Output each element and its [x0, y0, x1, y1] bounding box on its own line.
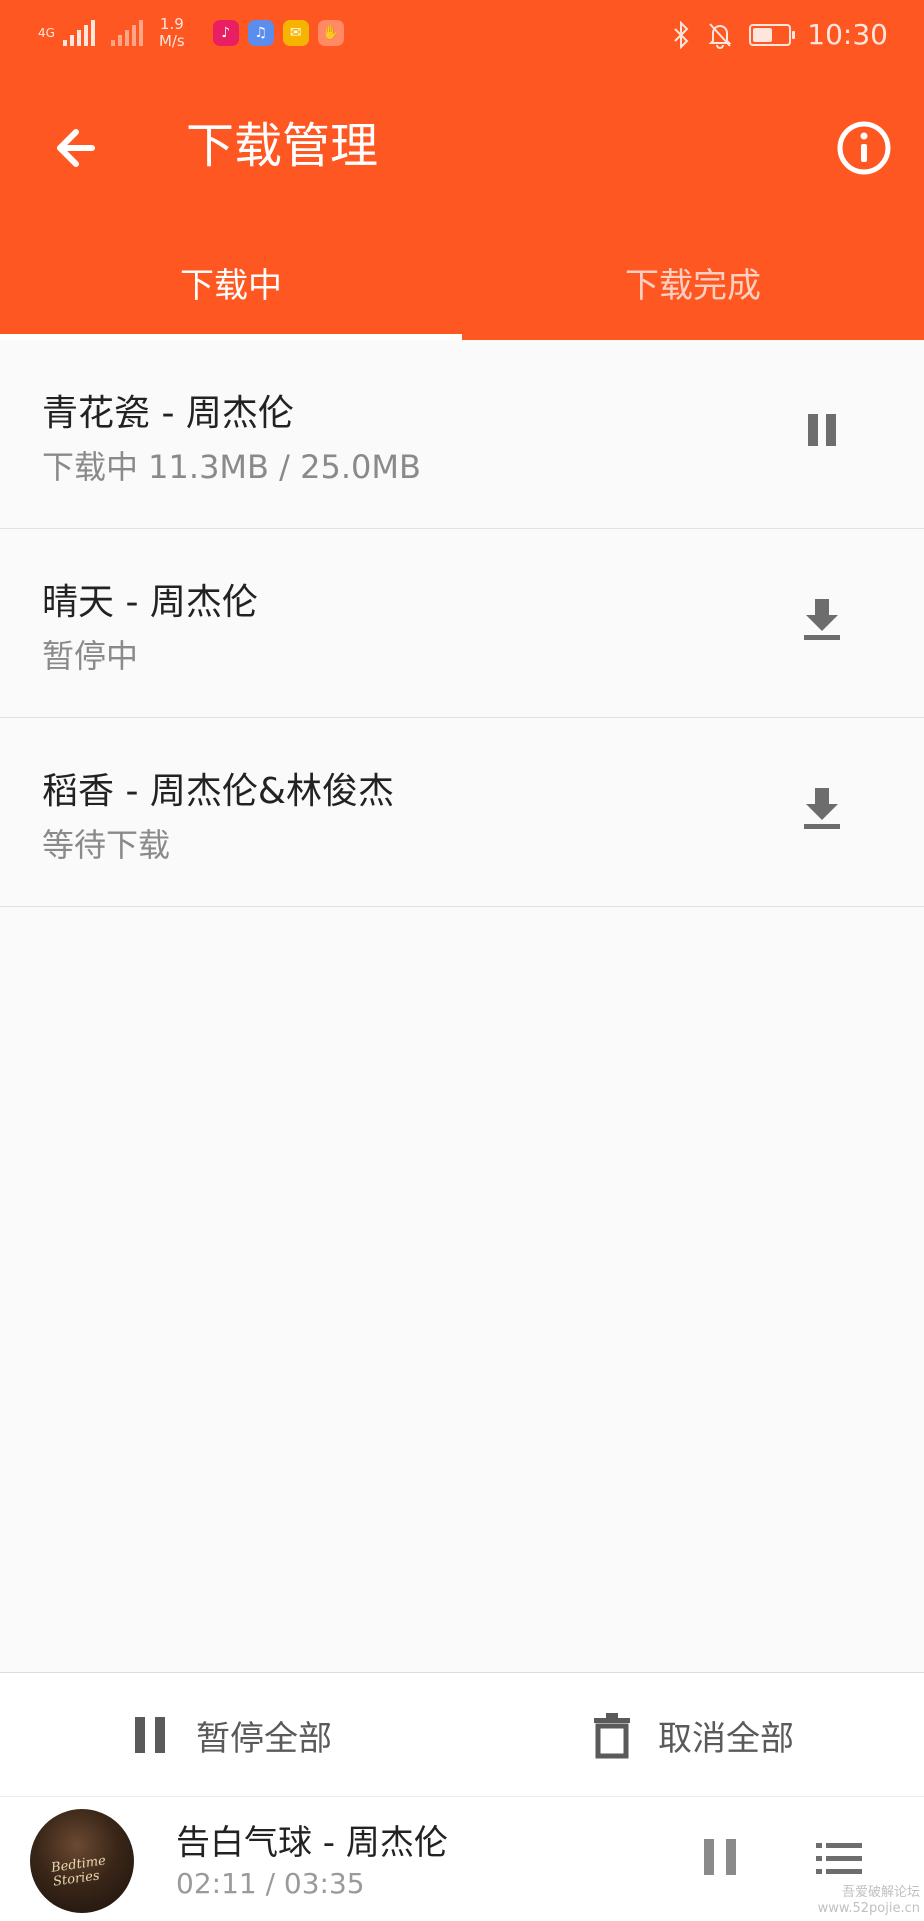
download-title: 稻香 - 周杰伦&林俊杰 [42, 771, 394, 812]
download-icon[interactable] [796, 782, 848, 834]
battery-level [753, 27, 773, 42]
list-item[interactable]: 稻香 - 周杰伦&林俊杰 等待下载 [0, 718, 924, 907]
notifications-off-icon [708, 22, 732, 49]
download-icon[interactable] [796, 593, 848, 645]
download-title: 青花瓷 - 周杰伦 [42, 393, 294, 434]
cancel-all-button[interactable]: 取消全部 [462, 1673, 924, 1797]
arrow-back-icon[interactable] [40, 118, 100, 178]
page-title: 下载管理 [186, 118, 379, 174]
tab-downloading[interactable]: 下载中 [0, 224, 462, 340]
battery-icon [749, 23, 796, 46]
album-art-text: Bedtime Stories [50, 1853, 107, 1890]
download-status: 下载中 11.3MB / 25.0MB [42, 448, 421, 486]
pause-icon[interactable] [796, 404, 848, 456]
music-note-app-icon: ♫ [247, 20, 274, 46]
pause-icon[interactable] [700, 1833, 740, 1881]
bluetooth-icon [674, 20, 689, 49]
now-playing-time: 02:11 / 03:35 [176, 1867, 365, 1900]
status-bar: 4G 1.9 M/s ♪ ♫ ✉ ✋ 10:30 [0, 0, 924, 72]
playlist-icon[interactable] [814, 1839, 864, 1879]
pause-all-button[interactable]: 暂停全部 [0, 1673, 462, 1797]
album-art[interactable]: Bedtime Stories [30, 1809, 134, 1913]
signal-strength-secondary-icon [110, 20, 143, 46]
mail-app-icon: ✉ [282, 20, 309, 46]
download-title: 晴天 - 周杰伦 [42, 582, 258, 623]
signal-strength-icon [62, 20, 95, 46]
tab-bar: 下载中 下载完成 [0, 224, 924, 340]
network-speed-value: 1.9 [159, 15, 184, 33]
clock: 10:30 [807, 18, 888, 51]
network-speed: 1.9 M/s [159, 16, 185, 50]
tab-downloading-label: 下载中 [180, 265, 282, 306]
list-item[interactable]: 晴天 - 周杰伦 暂停中 [0, 529, 924, 718]
tab-completed[interactable]: 下载完成 [462, 224, 924, 340]
download-status: 等待下载 [42, 826, 171, 864]
download-list: 青花瓷 - 周杰伦 下载中 11.3MB / 25.0MB 晴天 - 周杰伦 暂… [0, 340, 924, 907]
network-type-label: 4G [38, 26, 55, 40]
watermark-line2: www.52pojie.cn [817, 1901, 920, 1916]
mini-player[interactable]: Bedtime Stories 告白气球 - 周杰伦 02:11 / 03:35… [0, 1796, 924, 1921]
now-playing-title: 告白气球 - 周杰伦 [176, 1823, 448, 1863]
cancel-all-label: 取消全部 [658, 1718, 794, 1759]
watermark: 吾爱破解论坛 www.52pojie.cn [818, 1885, 920, 1917]
watermark-line1: 吾爱破解论坛 [841, 1885, 920, 1900]
trash-icon [594, 1713, 630, 1759]
music-app-icon: ♪ [212, 20, 239, 46]
app-toolbar: 下载管理 [0, 72, 924, 224]
pause-icon [135, 1717, 165, 1753]
download-status: 暂停中 [42, 637, 139, 675]
bulk-action-bar: 暂停全部 取消全部 [0, 1672, 924, 1797]
info-icon[interactable] [836, 120, 892, 176]
tab-completed-label: 下载完成 [625, 265, 761, 306]
hand-app-icon: ✋ [317, 20, 344, 46]
network-speed-unit: M/s [158, 32, 185, 50]
status-bar-left: 4G 1.9 M/s ♪ ♫ ✉ ✋ [38, 16, 353, 50]
status-bar-right: 10:30 [671, 18, 888, 51]
pause-all-label: 暂停全部 [196, 1718, 332, 1759]
list-item[interactable]: 青花瓷 - 周杰伦 下载中 11.3MB / 25.0MB [0, 340, 924, 529]
